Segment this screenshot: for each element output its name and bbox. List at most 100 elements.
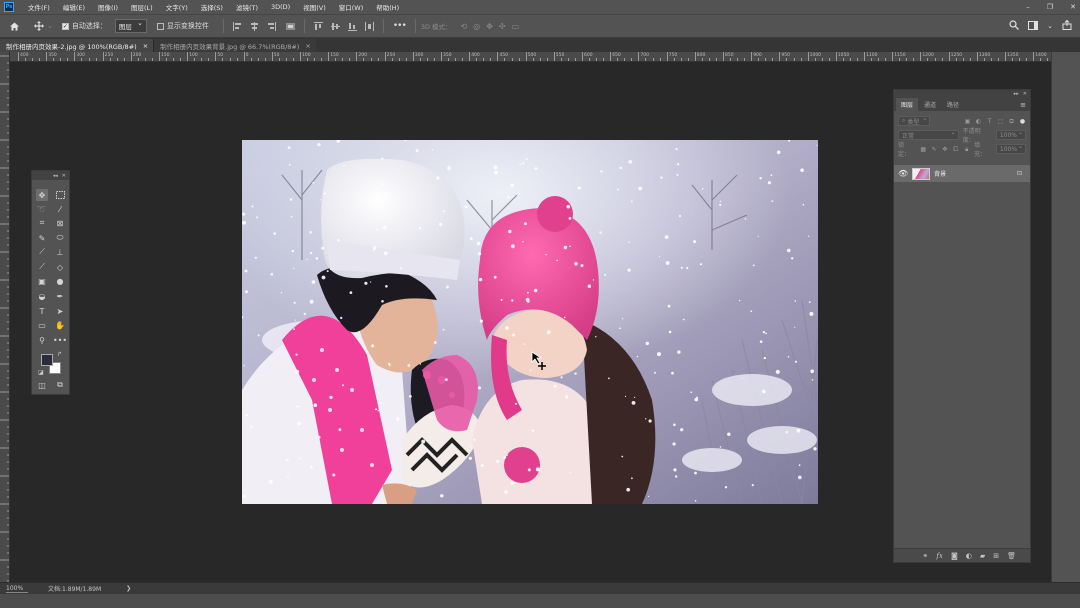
distribute-icon[interactable] (364, 21, 374, 31)
lock-position-icon[interactable]: ✥ (942, 146, 949, 153)
zoom-tool-icon[interactable]: ⚲ (36, 334, 48, 346)
tab-channels[interactable]: 通道 (919, 98, 941, 111)
delete-layer-icon[interactable]: 🗑︎ (1007, 552, 1016, 560)
add-mask-icon[interactable]: ◙ (951, 552, 958, 560)
color-swatches[interactable]: ↱ ◪ (38, 351, 66, 376)
align-left-icon[interactable] (232, 21, 242, 31)
auto-select-checkbox[interactable]: ✓ (61, 22, 69, 30)
default-colors-icon[interactable]: ◪ (38, 369, 44, 376)
tools-panel-header[interactable]: ◂◂ ✕ (32, 171, 69, 180)
align-hcenter-icon[interactable] (250, 21, 259, 31)
link-layers-icon[interactable]: ⚭ (923, 552, 929, 560)
3d-roll-icon[interactable]: ◎ (473, 22, 480, 31)
close-icon[interactable]: ✕ (1070, 3, 1076, 11)
photoshop-logo-icon[interactable]: Ps (4, 2, 14, 12)
blend-mode-dropdown[interactable]: 正常 (898, 129, 959, 140)
layer-thumbnail[interactable] (912, 167, 931, 180)
document-image[interactable] (242, 140, 818, 504)
group-icon[interactable]: ▰ (980, 552, 985, 560)
healing-brush-icon[interactable]: ⬭ (54, 232, 66, 244)
screen-mode-icon[interactable]: ⧉ (54, 379, 66, 391)
type-tool-icon[interactable]: T (36, 305, 48, 317)
home-icon[interactable] (9, 21, 20, 32)
opacity-input[interactable]: 100% (995, 129, 1026, 140)
menu-edit[interactable]: 编辑(E) (63, 2, 85, 12)
hand-tool-icon[interactable]: ✋ (54, 319, 66, 331)
layer-name[interactable]: 背景 (934, 169, 946, 178)
align-right-icon[interactable] (267, 21, 276, 31)
3d-camera-icon[interactable]: ▭ (512, 22, 520, 31)
align-vcenter-icon[interactable] (330, 22, 340, 31)
tab-document-2[interactable]: 制作相册内页效果背景.jpg @ 66.7%(RGB/8#) × (153, 39, 316, 52)
collapse-icon[interactable]: ◂◂ (53, 173, 58, 179)
layers-panel-header[interactable]: ▸▸ ✕ (894, 90, 1030, 98)
menu-filter[interactable]: 滤镜(T) (236, 2, 258, 12)
align-panel-icon[interactable] (285, 22, 295, 31)
history-brush-icon[interactable]: ⟋ (36, 261, 48, 273)
layer-style-icon[interactable]: fx (936, 552, 943, 560)
more-tools-icon[interactable]: ••• (53, 334, 67, 346)
menu-layer[interactable]: 图层(L) (131, 2, 153, 12)
show-transform-checkbox[interactable] (156, 22, 164, 30)
fill-input[interactable]: 100% (995, 143, 1027, 154)
workspace-chevron-icon[interactable]: ⌄ (1047, 22, 1053, 30)
auto-select-dropdown[interactable]: 图层 (114, 19, 147, 33)
filter-shape-icon[interactable]: ⬚ (997, 118, 1004, 125)
menu-file[interactable]: 文件(F) (28, 2, 50, 12)
minimize-icon[interactable]: – (1026, 3, 1030, 11)
status-arrow-icon[interactable]: ❯ (126, 585, 131, 592)
menu-image[interactable]: 图像(I) (98, 2, 118, 12)
tab-layers[interactable]: 图层 (896, 98, 919, 111)
workspace-icon[interactable] (1028, 20, 1039, 32)
more-options-icon[interactable]: ••• (393, 21, 407, 31)
lock-artboard-icon[interactable]: ⧠ (952, 146, 959, 153)
brush-tool-icon[interactable]: ⟋ (36, 246, 48, 258)
eyedropper-icon[interactable]: ✎ (36, 232, 48, 244)
tab-paths[interactable]: 路径 (942, 98, 964, 111)
panel-menu-icon[interactable]: ≡ (1020, 101, 1026, 109)
filter-adjustment-icon[interactable]: ◐ (975, 118, 982, 125)
pen-tool-icon[interactable]: ✒ (54, 290, 66, 302)
menu-help[interactable]: 帮助(H) (376, 2, 399, 12)
path-selection-icon[interactable]: ➤ (54, 305, 66, 317)
auto-select-option[interactable]: ✓ 自动选择： (61, 21, 107, 31)
lock-image-icon[interactable]: ✎ (931, 146, 938, 153)
tool-preset-chevron-icon[interactable]: ⌄ (47, 22, 53, 30)
lock-transparent-icon[interactable]: ▦ (920, 146, 927, 153)
ruler-horizontal[interactable]: 400 350 300 250 200 150 100 50 0 50 100 150 200 250 30… (10, 52, 1051, 62)
lock-all-icon[interactable]: 🔒︎ (963, 146, 970, 153)
menu-3d[interactable]: 3D(D) (271, 3, 290, 11)
blur-tool-icon[interactable]: ● (54, 275, 66, 287)
3d-orbit-icon[interactable]: ⟲ (461, 22, 468, 31)
move-tool-icon[interactable] (34, 21, 44, 31)
quick-mask-icon[interactable]: ◫ (36, 379, 48, 391)
frame-tool-icon[interactable]: ⊠ (54, 217, 66, 229)
gradient-tool-icon[interactable]: ▣ (36, 275, 48, 287)
rectangle-tool-icon[interactable]: ▭ (36, 319, 48, 331)
zoom-level[interactable]: 100% (6, 585, 28, 593)
layer-filter-dropdown[interactable]: ⌕ 类型 (898, 115, 931, 126)
lasso-tool-icon[interactable]: ➰ (36, 203, 48, 215)
3d-slide-icon[interactable]: ✣ (499, 22, 506, 31)
dodge-tool-icon[interactable]: ◒ (36, 290, 48, 302)
layer-row-background[interactable]: 👁︎ 背景 ⊡ (894, 165, 1030, 182)
foreground-color-swatch[interactable] (41, 354, 53, 366)
close-icon[interactable]: ✕ (1023, 91, 1027, 97)
filter-toggle-icon[interactable]: ● (1019, 118, 1026, 125)
collapse-icon[interactable]: ▸▸ (1014, 91, 1019, 97)
swap-colors-icon[interactable]: ↱ (57, 351, 62, 358)
close-icon[interactable]: ✕ (62, 173, 66, 179)
adjustment-layer-icon[interactable]: ◐ (966, 552, 972, 560)
crop-tool-icon[interactable]: ⌗ (36, 217, 48, 229)
show-transform-option[interactable]: 显示变换控件 (156, 21, 209, 31)
clone-stamp-icon[interactable]: ⊥ (54, 246, 66, 258)
3d-pan-icon[interactable]: ✥ (486, 22, 493, 31)
menu-type[interactable]: 文字(Y) (166, 2, 188, 12)
eraser-icon[interactable]: ◇ (54, 261, 66, 273)
align-bottom-icon[interactable] (347, 22, 357, 31)
tab-document-1[interactable]: 制作相册内页效果-2.jpg @ 100%(RGB/8#) × (0, 39, 154, 52)
restore-icon[interactable]: ❐ (1047, 3, 1053, 11)
tab-close-icon[interactable]: × (305, 42, 310, 50)
marquee-tool-icon[interactable] (54, 189, 66, 201)
menu-window[interactable]: 窗口(W) (339, 2, 364, 12)
